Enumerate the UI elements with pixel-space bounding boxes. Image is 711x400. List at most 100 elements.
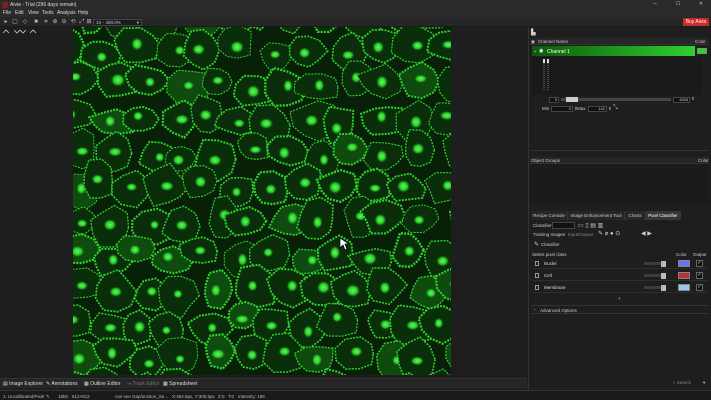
cell-nucleus — [375, 149, 388, 164]
cell-nucleus — [298, 46, 311, 59]
cell-nucleus — [237, 252, 248, 267]
class-color-swatch[interactable] — [678, 272, 690, 279]
tab-recipe-console[interactable]: Recipe Console — [531, 211, 568, 220]
object-groups-header: Object Groups Color — [530, 157, 709, 164]
class-icon — [535, 273, 539, 278]
min-field[interactable]: 0 — [551, 106, 573, 112]
tab-charts[interactable]: Charts — [625, 211, 646, 220]
region-icon[interactable]: ▢ — [12, 19, 18, 25]
rotate-icon[interactable]: ⟲ — [70, 19, 76, 25]
title-bar: Aivia - Trial (296 days remain) – ☐ ✕ — [0, 0, 711, 9]
class-opacity-handle[interactable] — [661, 260, 666, 267]
prev-next-icon[interactable]: ◀ ▶ — [641, 230, 652, 237]
eraser-icon[interactable]: ◇ — [22, 19, 28, 25]
class-row-membrane[interactable]: Membrane ✓ — [532, 282, 708, 293]
layers-icon[interactable]: ▙ — [531, 29, 539, 36]
channel-row[interactable]: ⌄ ◉ Channel 1 — [532, 46, 695, 56]
class-output-checkbox[interactable]: ✓ — [696, 272, 703, 279]
classifier-select[interactable] — [552, 222, 575, 229]
collapse-icon[interactable]: ⌄ — [533, 48, 537, 54]
add-class-icon[interactable]: + — [618, 296, 621, 301]
cell-nucleus — [413, 74, 429, 84]
cell-nucleus — [154, 151, 165, 163]
class-color-swatch[interactable] — [678, 260, 690, 267]
cell-nucleus — [75, 146, 90, 157]
object-groups-list[interactable] — [530, 164, 709, 204]
menu-tools[interactable]: Tools — [42, 10, 54, 16]
crop-icon[interactable]: ⌗ — [43, 19, 49, 25]
range-slider[interactable] — [561, 97, 671, 102]
menu-edit[interactable]: Edit — [15, 10, 24, 16]
zoom-out-icon[interactable]: ⊖ — [61, 19, 67, 25]
class-output-checkbox[interactable]: ✓ — [696, 284, 703, 291]
class-opacity-handle[interactable] — [661, 284, 666, 291]
cell-nucleus — [91, 173, 104, 185]
search-field[interactable]: ⌕ Search — [673, 380, 691, 385]
classifier-toolbar-icons[interactable]: ▭ ▯ ▤ ▥ — [578, 222, 603, 229]
cell-nucleus — [258, 117, 274, 130]
range-max-field[interactable]: 4558 — [673, 97, 690, 103]
menu-help[interactable]: Help — [78, 10, 88, 16]
chevron-down-icon[interactable]: ▾ — [703, 380, 705, 386]
advanced-options-label: Advanced Options — [540, 308, 577, 313]
cell-nucleus — [264, 183, 277, 195]
tab-image-enhancement[interactable]: Image Enhancement Tool — [568, 211, 625, 220]
minimize-button[interactable]: – — [647, 0, 663, 9]
select-pixel-class-label: Select pixel class — [532, 252, 567, 257]
class-output-checkbox[interactable]: ✓ — [696, 260, 703, 267]
cell-nucleus — [413, 214, 426, 226]
tab-annotations[interactable]: ✎ Annotations — [46, 381, 78, 387]
max-stepper-icon[interactable]: ⇕ — [608, 106, 612, 112]
eye-icon[interactable]: ◉ — [539, 48, 543, 54]
maximize-button[interactable]: ☐ — [670, 0, 686, 9]
cell-nucleus — [210, 283, 222, 298]
class-row-nuclei[interactable]: Nuclei ✓ — [532, 258, 708, 269]
cell-nucleus — [410, 356, 425, 366]
channel-label: Channel 1 — [547, 48, 570, 55]
actual-size-icon[interactable]: ⊞ — [86, 19, 92, 25]
close-button[interactable]: ✕ — [693, 0, 709, 9]
auto-contrast-icon[interactable]: ⤡ — [613, 105, 618, 112]
range-slider-handle[interactable] — [566, 97, 578, 102]
class-name: Nuclei — [544, 261, 557, 266]
tab-track-editor[interactable]: ↝ Track Editor — [127, 381, 159, 387]
menu-file[interactable]: File — [3, 10, 11, 16]
range-min-field[interactable]: 0 — [549, 97, 559, 103]
menu-view[interactable]: View — [28, 10, 39, 16]
tab-spreadsheet[interactable]: ▦ Spreadsheet — [163, 381, 197, 387]
zoom-in-icon[interactable]: ⊕ — [52, 19, 58, 25]
class-opacity-handle[interactable] — [661, 272, 666, 279]
menu-analysis[interactable]: Analysis — [57, 10, 76, 16]
cell-nucleus — [282, 78, 294, 93]
select-icon[interactable]: ▸ — [3, 19, 9, 25]
microscopy-image[interactable] — [73, 27, 451, 375]
brush-tools-icons[interactable]: ✎ ⌀ ● ⊙ — [598, 230, 620, 237]
cell-nucleus — [172, 289, 183, 299]
zoom-value: 1X - 400.0% — [96, 19, 121, 25]
view-mode-icons[interactable] — [0, 27, 60, 35]
channel-name-header: Channel Name — [538, 39, 569, 44]
channel-color-swatch[interactable] — [697, 48, 707, 54]
cell-nucleus — [194, 175, 207, 189]
cell-nucleus — [76, 218, 89, 228]
tab-outline-editor[interactable]: ▦ Outline Editor — [84, 381, 120, 387]
tab-pixel-classifier[interactable]: Pixel Classifier — [646, 211, 681, 220]
status-t: T:0 — [228, 393, 235, 399]
class-color-swatch[interactable] — [678, 284, 690, 291]
buy-aivia-button[interactable]: Buy Aivia — [683, 18, 709, 26]
cell-nucleus — [174, 114, 190, 125]
eye-icon[interactable]: ◉ — [531, 39, 535, 45]
save-icon[interactable]: ■ — [33, 19, 39, 25]
class-row-cell[interactable]: Cell ✓ — [532, 270, 708, 281]
fit-icon[interactable]: ⤢ — [79, 19, 85, 25]
max-field[interactable]: 142 — [588, 106, 607, 112]
tab-image-explorer[interactable]: ▤ Image Explorer — [3, 381, 43, 387]
histogram[interactable] — [532, 57, 702, 95]
zoom-select[interactable]: 1X - 400.0% ▾ — [93, 18, 142, 26]
main-toolbar: ▸ ▢ ◇ ■ ⌗ ⊕ ⊖ ⟲ ⤢ ⊞ 1X - 400.0% ▾ — [0, 17, 711, 27]
cell-nucleus — [330, 121, 343, 136]
pencil-icon[interactable]: ✎ — [46, 394, 50, 400]
advanced-options-row[interactable]: › Advanced Options — [531, 305, 709, 314]
range-stepper-icon[interactable]: ⇕ — [691, 96, 695, 102]
object-groups-color: Color — [698, 158, 709, 163]
